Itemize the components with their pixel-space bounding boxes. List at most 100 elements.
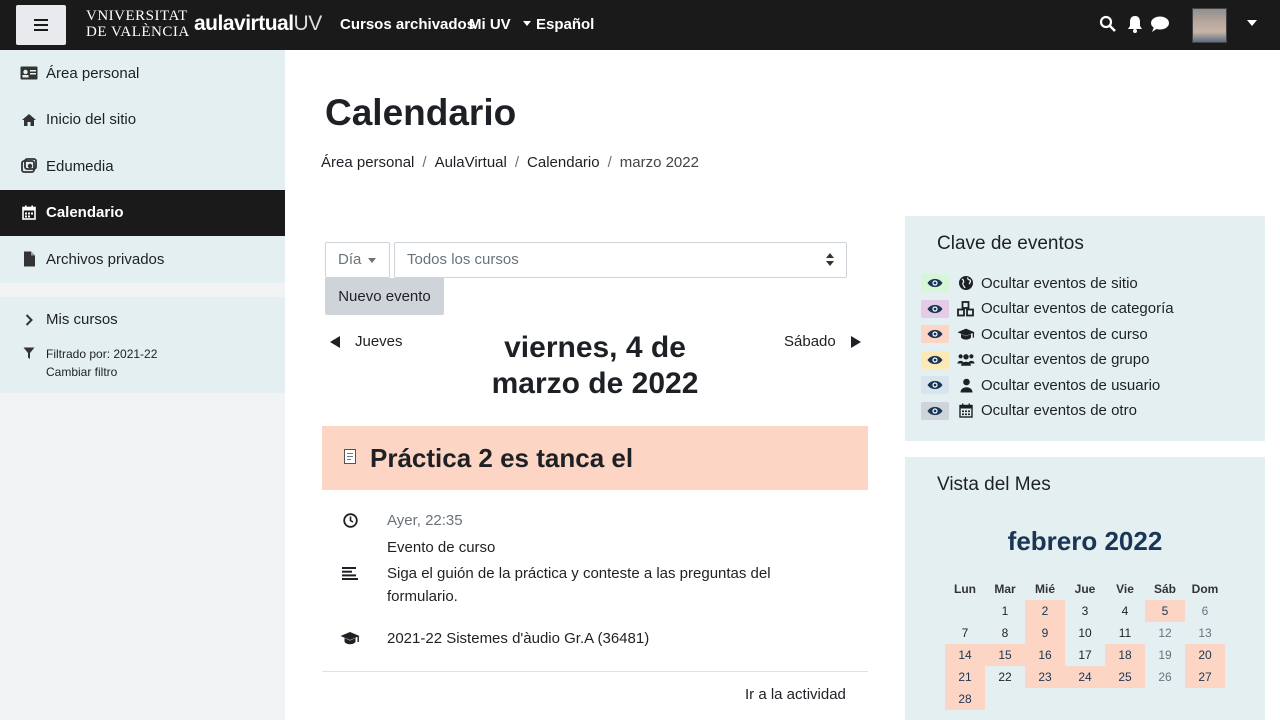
cubes-icon — [957, 300, 975, 317]
calendar-weekday-header: Vie — [1116, 582, 1134, 596]
event-key-label[interactable]: Ocultar eventos de curso — [981, 326, 1148, 343]
event-key-label[interactable]: Ocultar eventos de otro — [981, 402, 1137, 419]
nav-mi-uv[interactable]: Mi UV — [469, 16, 511, 33]
user-menu-caret-icon[interactable] — [1247, 20, 1257, 26]
drawer-main-nav: Área personal Inicio del sitio Edumedia … — [0, 50, 285, 283]
calendar-day[interactable]: 15 — [985, 644, 1025, 666]
event-key-row[interactable]: Ocultar eventos de categoría — [921, 299, 1174, 318]
breadcrumb: Área personal / AulaVirtual / Calendario… — [321, 154, 699, 171]
event-time: Ayer, 22:35 — [387, 512, 463, 529]
event-key-row[interactable]: Ocultar eventos de sitio — [921, 274, 1138, 292]
event-course-link[interactable]: 2021-22 Sistemes d'àudio Gr.A (36481) — [387, 630, 649, 647]
event-key-title: Clave de eventos — [937, 233, 1084, 254]
calendar-day: 11 — [1118, 626, 1132, 640]
event-key-label[interactable]: Ocultar eventos de sitio — [981, 275, 1138, 292]
graduation-cap-icon — [957, 327, 975, 342]
eye-icon[interactable] — [921, 325, 949, 343]
calendar-day: 4 — [1121, 604, 1129, 618]
aulavirtual-logo[interactable]: aulavirtualUV — [194, 12, 322, 36]
eye-icon[interactable] — [921, 299, 949, 318]
calendar-day[interactable]: 18 — [1105, 644, 1145, 666]
calendar-day[interactable]: 21 — [945, 666, 985, 688]
sidebar-item-label: Inicio del sitio — [46, 111, 137, 129]
calendar-day: 17 — [1078, 648, 1092, 662]
calendar-day: 8 — [1001, 626, 1009, 640]
eye-icon[interactable] — [921, 401, 949, 420]
calendar-day[interactable]: 24 — [1065, 666, 1105, 688]
chat-icon[interactable] — [1150, 15, 1170, 37]
month-view-panel: Vista del Mes febrero 2022 Lun Mar Mié Jue V… — [905, 457, 1265, 720]
calendar-day[interactable]: 5 — [1145, 600, 1185, 622]
event-key-label[interactable]: Ocultar eventos de grupo — [981, 351, 1149, 368]
sidebar-item-label: Calendario — [46, 204, 124, 222]
breadcrumb-separator: / — [422, 154, 427, 171]
language-menu[interactable]: Español — [523, 16, 594, 33]
calendar-day: 22 — [998, 670, 1012, 684]
calendar-day[interactable]: 23 — [1025, 666, 1065, 688]
breadcrumb-aulavirtual[interactable]: AulaVirtual — [435, 154, 507, 171]
calendar-day[interactable]: 9 — [1025, 622, 1065, 644]
calendar-day: 13 — [1198, 626, 1212, 640]
sidebar-item-mis-cursos[interactable]: Mis cursos — [0, 303, 285, 337]
sidebar-item-archivos-privados[interactable]: Archivos privados — [0, 236, 285, 283]
media-icon — [20, 158, 38, 174]
go-to-activity-link[interactable]: Ir a la actividad — [745, 686, 846, 703]
sidebar-item-calendario[interactable]: Calendario — [0, 189, 285, 236]
eye-icon[interactable] — [921, 274, 949, 292]
event-key-label[interactable]: Ocultar eventos de categoría — [981, 300, 1174, 317]
sidebar-item-inicio[interactable]: Inicio del sitio — [0, 97, 285, 144]
event-key-row[interactable]: Ocultar eventos de grupo — [921, 350, 1149, 369]
home-icon — [20, 113, 38, 127]
calendar-empty-day — [945, 600, 985, 622]
event-key-label[interactable]: Ocultar eventos de usuario — [981, 377, 1160, 394]
hamburger-icon — [34, 19, 48, 31]
previous-day-link[interactable]: Jueves — [330, 333, 403, 350]
calendar-day[interactable]: 16 — [1025, 644, 1065, 666]
sidebar-item-edumedia[interactable]: Edumedia — [0, 143, 285, 190]
drawer-courses-nav: Mis cursos Filtrado por: 2021-22 Cambiar… — [0, 296, 285, 393]
eye-icon[interactable] — [921, 350, 949, 369]
calendar-weekday-header: Sáb — [1153, 582, 1176, 596]
calendar-icon — [20, 205, 38, 221]
calendar-weekday-header: Jue — [1074, 582, 1096, 596]
breadcrumb-calendario[interactable]: Calendario — [527, 154, 600, 171]
search-icon[interactable] — [1099, 15, 1117, 37]
event-key-row[interactable]: Ocultar eventos de usuario — [921, 376, 1160, 394]
next-day-link[interactable]: Sábado — [784, 333, 861, 350]
event-key-row[interactable]: Ocultar eventos de otro — [921, 401, 1137, 420]
calendar-day: 19 — [1158, 648, 1172, 662]
breadcrumb-area-personal[interactable]: Área personal — [321, 154, 414, 171]
calendar-day: 7 — [961, 626, 969, 640]
drawer-toggle-button[interactable] — [16, 5, 66, 45]
calendar-day: 12 — [1158, 626, 1172, 640]
calendar-day[interactable]: 28 — [945, 688, 985, 710]
university-logo[interactable]: VNIVERSITAT DE VALÈNCIA — [86, 8, 190, 40]
nav-drawer: Área personal Inicio del sitio Edumedia … — [0, 50, 285, 720]
course-filter[interactable]: Filtrado por: 2021-22 Cambiar filtro — [0, 345, 285, 381]
user-icon — [957, 378, 975, 393]
view-type-select[interactable]: Día — [325, 242, 390, 278]
globe-icon — [957, 275, 975, 291]
nav-cursos-archivados[interactable]: Cursos archivados — [340, 16, 475, 33]
user-avatar[interactable] — [1192, 8, 1227, 43]
calendar-weekday-header: Mié — [1034, 582, 1055, 596]
course-select[interactable]: Todos los cursos — [394, 242, 847, 278]
calendar-day[interactable]: 27 — [1185, 666, 1225, 688]
event-name: Práctica 2 es tanca el — [370, 442, 634, 473]
eye-icon[interactable] — [921, 376, 949, 394]
new-event-button[interactable]: Nuevo evento — [325, 278, 444, 315]
calendar-day[interactable]: 25 — [1105, 666, 1145, 688]
day-title: viernes, 4 de marzo de 2022 — [491, 331, 699, 400]
calendar-day[interactable]: 20 — [1185, 644, 1225, 666]
event-key-row[interactable]: Ocultar eventos de curso — [921, 325, 1148, 343]
arrow-left-icon — [330, 335, 340, 348]
change-filter-link[interactable]: Cambiar filtro — [46, 363, 157, 381]
sidebar-item-area-personal[interactable]: Área personal — [0, 50, 285, 97]
chevron-right-icon — [20, 313, 38, 326]
calendar-day[interactable]: 14 — [945, 644, 985, 666]
bell-icon[interactable] — [1127, 15, 1143, 37]
month-name-link[interactable]: febrero 2022 — [905, 526, 1265, 557]
calendar-weekday-header: Dom — [1191, 582, 1219, 596]
sidebar-item-label: Archivos privados — [46, 250, 165, 268]
calendar-day[interactable]: 2 — [1025, 600, 1065, 622]
